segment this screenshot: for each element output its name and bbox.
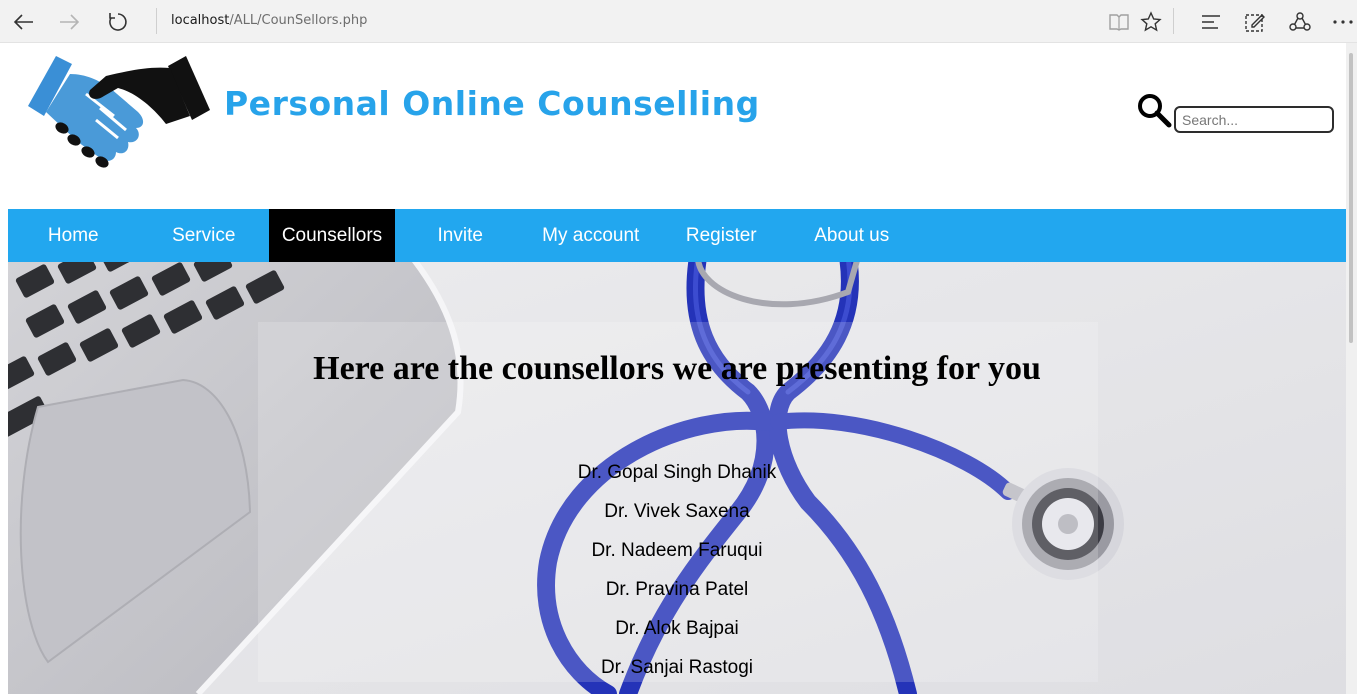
favorite-star-icon[interactable]: [1136, 7, 1166, 37]
counsellors-hero: Here are the counsellors we are presenti…: [8, 262, 1346, 694]
nav-item-my-account[interactable]: My account: [526, 209, 657, 262]
counsellor-list: Dr. Gopal Singh Dhanik Dr. Vivek Saxena …: [8, 458, 1346, 692]
hub-icon[interactable]: [1196, 7, 1226, 37]
counsellor-item: Dr. Nadeem Faruqui: [591, 540, 763, 561]
counsellor-item: Dr. Sanjai Rastogi: [600, 657, 754, 678]
nav-item-home[interactable]: Home: [8, 209, 139, 262]
back-arrow-icon[interactable]: [8, 7, 38, 37]
web-note-icon[interactable]: [1240, 7, 1270, 37]
counsellor-item: Dr. Gopal Singh Dhanik: [577, 462, 777, 483]
toolbar-divider: [1173, 8, 1174, 34]
counsellor-item: Dr. Vivek Saxena: [604, 501, 750, 522]
site-title: Personal Online Counselling: [224, 84, 760, 123]
nav-item-invite[interactable]: Invite: [395, 209, 526, 262]
counsellor-item: Dr. Pravina Patel: [605, 579, 749, 600]
page-scrollbar[interactable]: [1346, 43, 1357, 694]
counsellor-item: Dr. Alok Bajpai: [615, 618, 739, 639]
address-path: /ALL/CounSellors.php: [229, 13, 368, 28]
address-host: localhost: [171, 13, 230, 28]
nav-item-counsellors[interactable]: Counsellors: [269, 209, 395, 262]
nav-item-service[interactable]: Service: [139, 209, 270, 262]
page-heading: Here are the counsellors we are presenti…: [313, 350, 1041, 387]
nav-item-about-us[interactable]: About us: [787, 209, 918, 262]
search-input[interactable]: [1174, 106, 1334, 133]
search-icon[interactable]: [1136, 92, 1172, 128]
browser-toolbar: localhost/ALL/CounSellors.php: [0, 0, 1357, 43]
address-divider: [156, 8, 157, 34]
more-icon[interactable]: [1328, 7, 1357, 37]
handshake-logo-icon: [28, 56, 210, 168]
main-navbar: Home Service Counsellors Invite My accou…: [8, 209, 1346, 262]
scrollbar-thumb[interactable]: [1349, 53, 1353, 343]
address-bar[interactable]: localhost/ALL/CounSellors.php: [171, 13, 367, 28]
refresh-icon[interactable]: [103, 7, 133, 37]
forward-arrow-icon[interactable]: [55, 7, 85, 37]
reading-view-icon[interactable]: [1104, 7, 1134, 37]
share-icon[interactable]: [1285, 7, 1315, 37]
nav-item-register[interactable]: Register: [656, 209, 787, 262]
